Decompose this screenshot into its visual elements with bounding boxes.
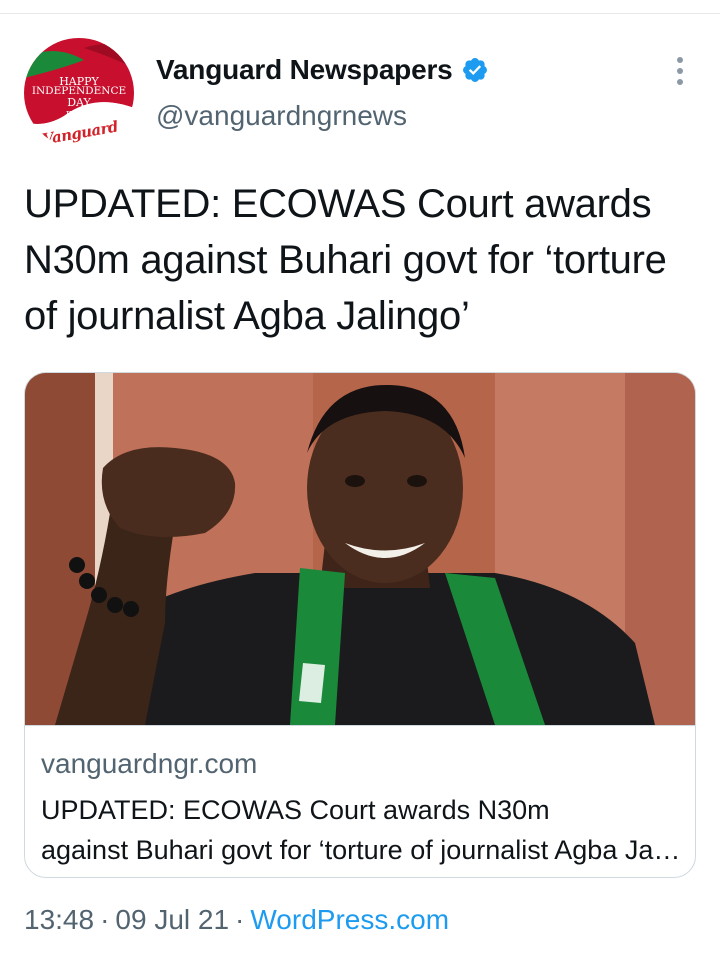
avatar-text-line3: DAY: [67, 96, 91, 109]
account-handle[interactable]: @vanguardngrnews: [156, 100, 407, 132]
card-image[interactable]: [25, 373, 695, 725]
tweet-time[interactable]: 13:48: [24, 904, 94, 935]
meta-separator: ·: [100, 904, 110, 935]
tweet-source-link[interactable]: WordPress.com: [250, 904, 449, 935]
more-dot: [677, 57, 683, 63]
card-title: UPDATED: ECOWAS Court awards N30m agains…: [41, 790, 681, 870]
avatar[interactable]: HAPPY INDEPENDENCE DAY FROM Vanguard: [24, 38, 134, 148]
account-name-row[interactable]: Vanguard Newspapers: [156, 52, 489, 88]
more-options-icon[interactable]: [668, 54, 692, 88]
tweet-meta: 13:48 · 09 Jul 21 · WordPress.com: [24, 904, 449, 936]
card-domain: vanguardngr.com: [41, 748, 258, 779]
card-photo: [25, 373, 695, 725]
more-dot: [677, 79, 683, 85]
card-title-line1: UPDATED: ECOWAS Court awards N30m: [41, 795, 550, 825]
link-card[interactable]: vanguardngr.com UPDATED: ECOWAS Court aw…: [24, 372, 696, 878]
verified-badge-icon: [462, 58, 487, 82]
card-title-line2: against Buhari govt for ‘torture of jour…: [41, 835, 681, 865]
card-info[interactable]: vanguardngr.com UPDATED: ECOWAS Court aw…: [25, 725, 695, 877]
more-dot: [677, 68, 683, 74]
tweet-text: UPDATED: ECOWAS Court awards N30m agains…: [24, 182, 667, 338]
top-divider: [0, 13, 720, 14]
display-name[interactable]: Vanguard Newspapers: [156, 54, 453, 86]
avatar-text-line2: INDEPENDENCE: [31, 85, 127, 97]
meta-separator: ·: [235, 904, 245, 935]
tweet-date[interactable]: 09 Jul 21: [115, 904, 229, 935]
